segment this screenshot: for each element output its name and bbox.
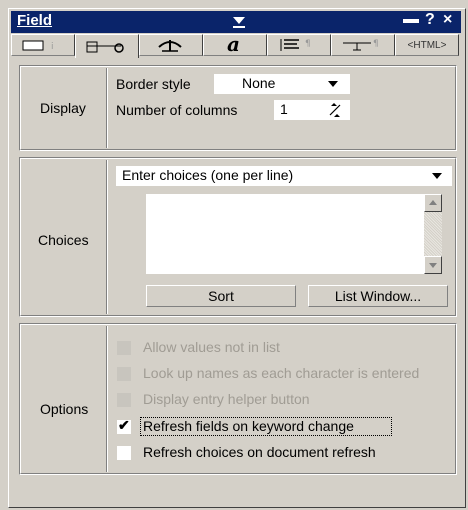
option-label: Refresh choices on document refresh (143, 444, 376, 460)
tab-html[interactable]: <HTML> (395, 34, 459, 56)
control-icon (86, 41, 124, 53)
field-properties-panel: Field ? × i a ¶ ¶ <HTML> Display Border … (8, 8, 466, 508)
vertical-scrollbar[interactable] (424, 194, 442, 274)
font-icon: a (227, 35, 240, 55)
sort-button[interactable]: Sort (146, 285, 296, 307)
choices-label: Choices (38, 232, 89, 248)
spinner-icon[interactable] (328, 103, 342, 117)
display-group: Display Border style None Number of colu… (19, 65, 457, 151)
options-group-divider (106, 326, 108, 472)
html-tag-icon: <HTML> (407, 39, 447, 51)
tab-control[interactable] (75, 34, 139, 58)
field-info-icon: i (22, 40, 54, 52)
checkbox[interactable] (117, 446, 131, 460)
chevron-down-icon[interactable] (432, 173, 442, 179)
tab-paragraph-alignment[interactable]: ¶ (267, 34, 331, 56)
tab-font[interactable]: a (203, 34, 267, 56)
options-label: Options (40, 401, 89, 417)
columns-label: Number of columns (116, 102, 238, 118)
checkmark-icon: ✔ (118, 417, 130, 433)
option-label: Allow values not in list (143, 339, 280, 355)
tab-hide-when[interactable] (139, 34, 203, 56)
svg-text:a: a (227, 35, 240, 55)
columns-spinner[interactable]: 1 (274, 100, 350, 120)
dropdown-underline (233, 26, 245, 28)
tab-paragraph-margins[interactable]: ¶ (331, 34, 395, 56)
choices-textarea[interactable] (146, 194, 442, 274)
checkbox[interactable] (117, 367, 131, 381)
svg-text:¶: ¶ (373, 39, 379, 49)
list-window-button[interactable]: List Window... (308, 285, 448, 307)
option-label: Refresh fields on keyword change (143, 418, 354, 434)
arrow-down-icon (429, 263, 437, 268)
choices-source-select[interactable]: Enter choices (one per line) (116, 166, 452, 186)
checkbox-checked[interactable]: ✔ (117, 417, 131, 434)
svg-text:i: i (51, 42, 54, 52)
option-label: Look up names as each character is enter… (143, 365, 420, 381)
display-label: Display (40, 100, 86, 116)
option-label: Display entry helper button (143, 391, 310, 407)
border-style-value: None (242, 75, 276, 91)
choices-source-value: Enter choices (one per line) (122, 167, 294, 183)
checkbox[interactable] (117, 393, 131, 407)
help-icon[interactable]: ? (425, 11, 435, 29)
panel-title: Field (17, 12, 53, 29)
choices-group: Choices Enter choices (one per line) Sor… (19, 157, 457, 317)
choices-group-divider (106, 160, 108, 314)
minimize-icon[interactable] (403, 19, 419, 23)
arrow-up-icon (429, 200, 437, 205)
paragraph-alignment-icon: ¶ (280, 39, 311, 51)
border-style-select[interactable]: None (214, 74, 350, 94)
scroll-down-button[interactable] (424, 256, 442, 274)
display-group-divider (106, 68, 108, 148)
checkbox[interactable] (117, 341, 131, 355)
border-style-label: Border style (116, 76, 191, 92)
scroll-up-button[interactable] (424, 194, 442, 212)
title-bar[interactable]: Field ? × (11, 11, 461, 33)
columns-value: 1 (280, 101, 288, 117)
close-icon[interactable]: × (443, 11, 452, 29)
svg-text:¶: ¶ (305, 39, 311, 49)
hide-when-icon (158, 40, 182, 52)
chevron-down-icon[interactable] (328, 81, 338, 87)
tab-field-info[interactable]: i (11, 34, 75, 56)
properties-dropdown-icon[interactable] (233, 17, 245, 24)
tab-strip: i a ¶ ¶ <HTML> (11, 34, 461, 58)
paragraph-margins-icon: ¶ (343, 39, 379, 51)
